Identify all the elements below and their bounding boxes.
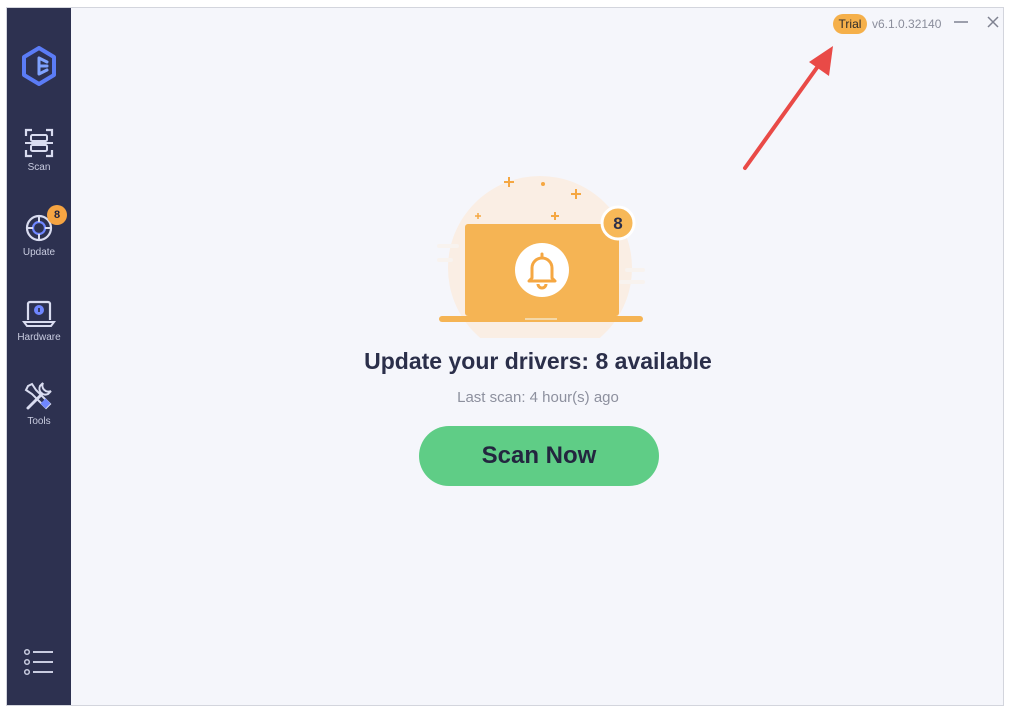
sidebar-item-tools[interactable]: Tools bbox=[7, 380, 71, 450]
tools-icon bbox=[24, 382, 52, 410]
sidebar-item-hardware[interactable]: Hardware bbox=[7, 296, 71, 366]
hero-count-badge: 8 bbox=[613, 214, 622, 233]
sidebar-item-label: Update bbox=[22, 247, 56, 258]
hardware-icon bbox=[22, 300, 56, 327]
menu-list-icon[interactable] bbox=[23, 648, 55, 676]
trial-badge[interactable]: Trial bbox=[833, 14, 867, 34]
sidebar-item-update[interactable]: 8 Update bbox=[7, 205, 71, 281]
close-icon[interactable] bbox=[983, 12, 1003, 32]
annotation-arrow-icon bbox=[743, 46, 833, 170]
scan-icon bbox=[24, 128, 54, 158]
sidebar-item-scan[interactable]: Scan bbox=[7, 126, 71, 196]
sidebar: Scan 8 Update Hardware Tools bbox=[7, 8, 71, 705]
page-title: Update your drivers: 8 available bbox=[364, 348, 712, 374]
sidebar-item-label: Hardware bbox=[17, 332, 61, 343]
version-label: v6.1.0.32140 bbox=[872, 17, 942, 31]
app-window: Scan 8 Update Hardware Tools Trial v6.1.… bbox=[6, 7, 1004, 706]
sidebar-item-label: Tools bbox=[27, 416, 51, 427]
scan-now-button[interactable]: Scan Now bbox=[419, 426, 659, 486]
last-scan-text: Last scan: 4 hour(s) ago bbox=[457, 389, 619, 406]
laptop-notification-illustration: 8 bbox=[437, 176, 645, 338]
sidebar-item-label: Scan bbox=[27, 162, 51, 173]
app-logo-icon bbox=[22, 46, 56, 86]
minimize-icon[interactable] bbox=[951, 12, 971, 32]
update-count-badge: 8 bbox=[47, 205, 67, 225]
